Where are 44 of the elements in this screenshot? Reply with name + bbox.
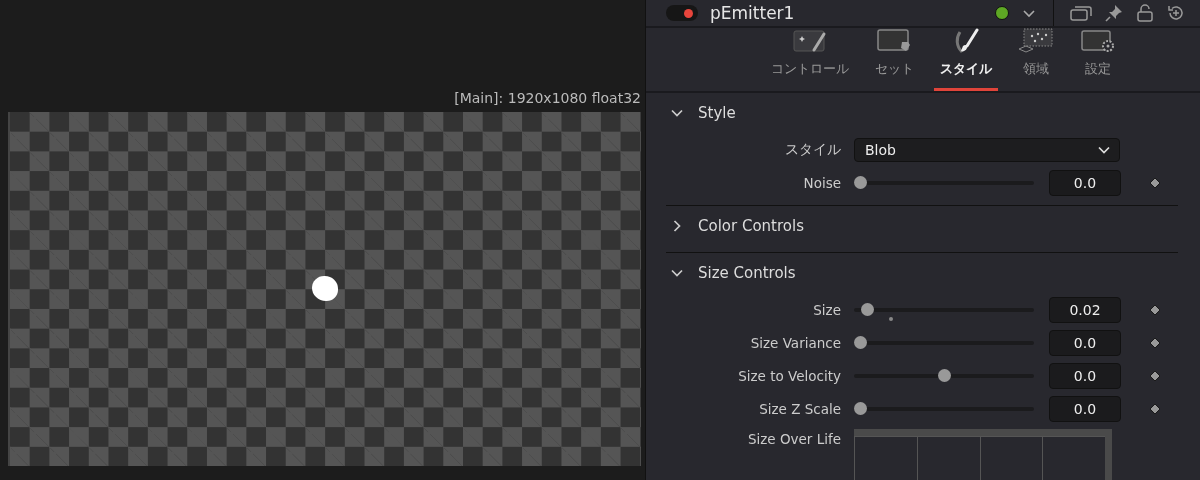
section-header[interactable]: Size Controls — [666, 253, 1178, 293]
status-dot — [995, 6, 1009, 20]
lock-icon[interactable] — [1136, 3, 1154, 23]
tab[interactable]: 領域 — [1011, 28, 1060, 91]
viewer-info: [Main]: 1920x1080 float32 — [454, 90, 642, 108]
value-field[interactable]: 0.02 — [1049, 296, 1121, 323]
slider-thumb[interactable] — [860, 302, 874, 316]
slider-thumb[interactable] — [854, 175, 867, 189]
tab[interactable]: スタイル — [933, 28, 998, 91]
slider-thumb[interactable] — [854, 401, 867, 415]
field-label: Size — [812, 301, 842, 318]
section-header[interactable]: Style — [666, 93, 1178, 133]
tag-icon — [876, 28, 912, 54]
keyframe-icon[interactable] — [1149, 369, 1161, 382]
field-label: Size Variance — [749, 334, 842, 351]
field-label: Size Z Scale — [758, 400, 842, 417]
keyframe-icon[interactable] — [1149, 176, 1161, 189]
style-dropdown[interactable]: Blob — [854, 137, 1120, 162]
keyframe-icon[interactable] — [1149, 336, 1161, 349]
section-header[interactable]: Color Controls — [666, 206, 1178, 246]
slider-thumb[interactable] — [938, 368, 951, 382]
node-toggle[interactable] — [666, 5, 698, 21]
history-icon[interactable] — [1166, 3, 1186, 23]
keyframe-icon[interactable] — [1149, 303, 1161, 316]
gear-icon — [1079, 28, 1116, 54]
value-field[interactable]: 0.0 — [1049, 169, 1121, 196]
keyframe-icon[interactable] — [1149, 402, 1161, 415]
node-title: pEmitter1 — [710, 3, 795, 23]
particles-icon — [1017, 28, 1054, 54]
field-label: Noise — [802, 174, 842, 191]
particle-blob — [312, 276, 338, 301]
wand-icon — [791, 28, 828, 54]
windows-icon[interactable] — [1070, 4, 1092, 22]
value-field[interactable]: 0.0 — [1049, 395, 1121, 422]
tab[interactable]: コントロール — [764, 28, 855, 91]
pin-icon[interactable] — [1104, 3, 1124, 23]
field-label: Size to Velocity — [737, 367, 842, 384]
value-field[interactable]: 0.0 — [1049, 329, 1121, 356]
field-label: Size Over Life — [746, 430, 842, 447]
field-label: スタイル — [784, 140, 842, 159]
slider-thumb[interactable] — [854, 335, 867, 349]
value-field[interactable]: 0.0 — [1049, 362, 1121, 389]
tab[interactable]: セット — [868, 28, 920, 91]
tab[interactable]: 設定 — [1073, 28, 1122, 91]
